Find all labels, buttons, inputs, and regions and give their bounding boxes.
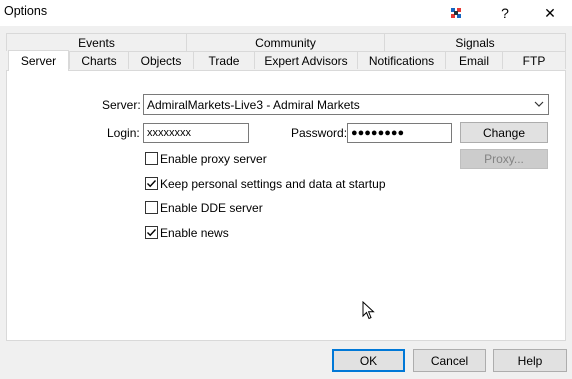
checkmark-icon <box>147 229 157 237</box>
mouse-cursor-icon <box>362 300 376 324</box>
enable-news-label: Enable news <box>160 226 229 240</box>
help-button-label: Help <box>517 353 543 368</box>
enable-dde-label: Enable DDE server <box>160 201 263 215</box>
enable-news-checkbox[interactable] <box>145 226 158 239</box>
tab-label: Server <box>20 54 57 68</box>
keep-settings-label: Keep personal settings and data at start… <box>160 177 386 191</box>
help-button[interactable]: Help <box>493 349 567 372</box>
tab-notifications[interactable]: Notifications <box>357 51 446 69</box>
tab-label: FTP <box>522 53 546 68</box>
tab-expert-advisors[interactable]: Expert Advisors <box>254 51 358 69</box>
password-input[interactable]: ●●●●●●●● <box>347 123 452 143</box>
cancel-button[interactable]: Cancel <box>413 349 486 372</box>
tab-ftp[interactable]: FTP <box>502 51 566 69</box>
change-button-label: Change <box>482 125 526 140</box>
server-select[interactable]: AdmiralMarkets-Live3 - Admiral Markets <box>143 94 549 115</box>
tab-label: Trade <box>208 53 240 68</box>
tab-trade[interactable]: Trade <box>193 51 255 69</box>
enable-dde-checkbox[interactable] <box>145 201 158 214</box>
tab-label: Notifications <box>368 53 435 68</box>
ok-button[interactable]: OK <box>332 349 405 372</box>
checkmark-icon <box>147 180 157 188</box>
tab-charts[interactable]: Charts <box>69 51 129 69</box>
tab-signals[interactable]: Signals <box>384 33 566 51</box>
proxy-button-label: Proxy... <box>484 152 524 166</box>
change-button[interactable]: Change <box>460 122 548 143</box>
tab-label: Charts <box>81 53 117 68</box>
tab-label: Expert Advisors <box>264 53 348 68</box>
close-icon: ✕ <box>544 4 556 21</box>
help-title-button[interactable]: ? <box>483 0 527 26</box>
login-label: Login: <box>107 126 140 140</box>
password-label: Password: <box>291 126 348 140</box>
chevron-down-icon <box>534 98 544 113</box>
window-title: Options <box>4 4 48 18</box>
keep-settings-checkbox[interactable] <box>145 177 158 190</box>
login-value: xxxxxxxx <box>147 127 191 139</box>
enable-proxy-checkbox[interactable] <box>145 152 158 165</box>
tab-label: Community <box>255 35 316 50</box>
tab-label: Objects <box>140 53 182 68</box>
cancel-button-label: Cancel <box>430 353 469 368</box>
tab-objects[interactable]: Objects <box>128 51 194 69</box>
password-value: ●●●●●●●● <box>351 127 405 139</box>
tab-label: Email <box>458 53 489 68</box>
proxy-button[interactable]: Proxy... <box>460 149 548 169</box>
title-bar: Options ? ✕ <box>0 0 572 26</box>
tab-events[interactable]: Events <box>6 33 187 51</box>
tab-label: Events <box>78 35 115 50</box>
server-value: AdmiralMarkets-Live3 - Admiral Markets <box>147 97 360 112</box>
tab-label: Signals <box>455 35 495 50</box>
app-icon[interactable] <box>434 0 478 26</box>
tab-email[interactable]: Email <box>445 51 503 69</box>
tab-server[interactable]: Server <box>8 50 69 71</box>
ok-button-label: OK <box>359 353 378 368</box>
login-input[interactable]: xxxxxxxx <box>143 123 249 143</box>
close-button[interactable]: ✕ <box>528 0 572 26</box>
tab-community[interactable]: Community <box>186 33 385 51</box>
server-label: Server: <box>102 98 141 112</box>
enable-proxy-label: Enable proxy server <box>160 152 267 166</box>
